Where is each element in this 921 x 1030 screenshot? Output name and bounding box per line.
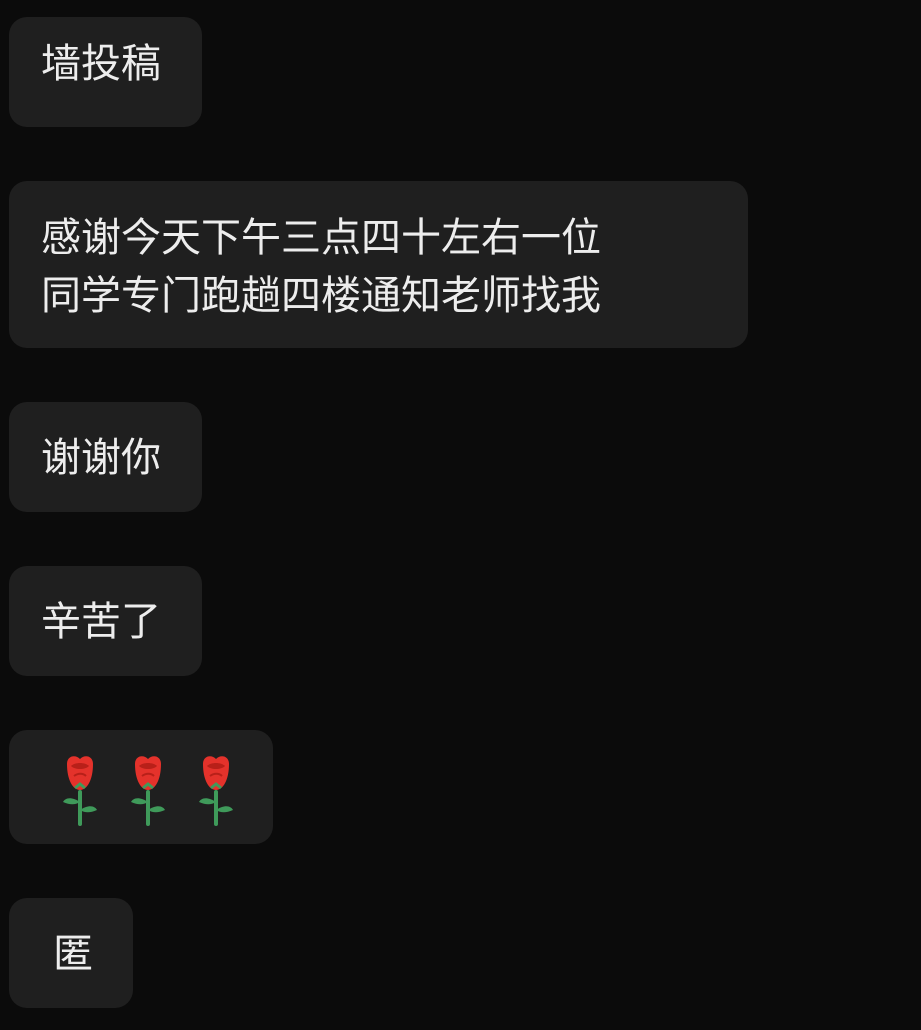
chat-thread: 墙投稿 感谢今天下午三点四十左右一位 同学专门跑趟四楼通知老师找我 谢谢你 辛苦… [0, 0, 921, 1030]
rose-icon [125, 752, 171, 826]
message-text-line: 感谢今天下午三点四十左右一位 [41, 215, 601, 261]
message-bubble[interactable]: 谢谢你 [9, 402, 202, 512]
message-text: 匿 [53, 931, 93, 977]
rose-icon [193, 752, 239, 826]
message-text: 谢谢你 [41, 435, 161, 481]
message-text-line: 同学专门跑趟四楼通知老师找我 [41, 273, 601, 319]
message-bubble[interactable]: 墙投稿 [9, 17, 202, 127]
message-bubble[interactable]: 匿 [9, 898, 133, 1008]
message-text: 辛苦了 [41, 599, 161, 645]
rose-icon [57, 752, 103, 826]
message-bubble[interactable]: 感谢今天下午三点四十左右一位 同学专门跑趟四楼通知老师找我 [9, 181, 748, 348]
message-text: 墙投稿 [41, 41, 161, 87]
emoji-message-bubble[interactable] [9, 730, 273, 844]
message-bubble[interactable]: 辛苦了 [9, 566, 202, 676]
